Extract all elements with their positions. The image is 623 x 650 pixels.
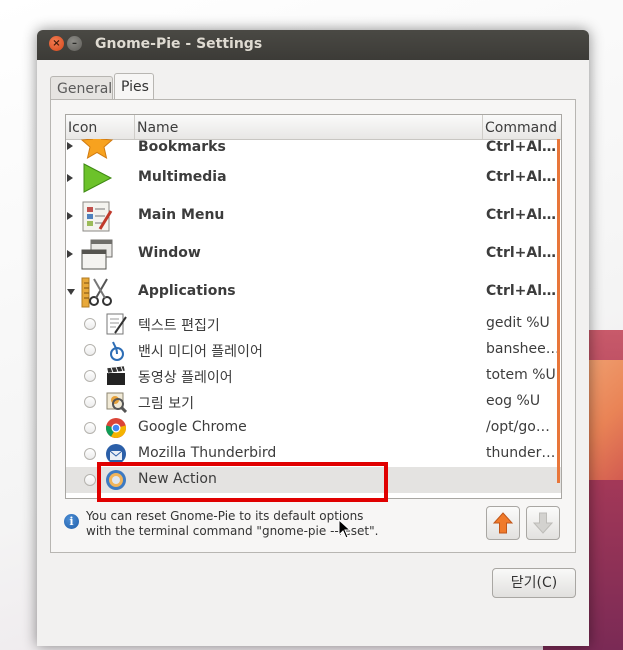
tree-row[interactable]: 밴시 미디어 플레이어 banshee… bbox=[66, 337, 561, 363]
image-viewer-icon bbox=[106, 392, 127, 413]
column-header-command[interactable]: Command bbox=[483, 115, 561, 139]
video-player-icon bbox=[106, 365, 126, 385]
row-name: Mozilla Thunderbird bbox=[138, 445, 277, 461]
row-command: Ctrl+Al… bbox=[486, 169, 557, 185]
bookmarks-star-icon bbox=[80, 139, 114, 159]
info-text: You can reset Gnome-Pie to its default o… bbox=[86, 509, 378, 539]
move-down-button[interactable] bbox=[526, 506, 560, 540]
tree-row[interactable]: 텍스트 편집기 gedit %U bbox=[66, 311, 561, 337]
tree-row[interactable]: Bookmarks Ctrl+Al… bbox=[66, 139, 561, 159]
expand-arrow-icon[interactable] bbox=[67, 212, 73, 220]
multimedia-play-icon bbox=[83, 163, 113, 193]
row-name: Bookmarks bbox=[138, 139, 226, 155]
tree-row[interactable]: Multimedia Ctrl+Al… bbox=[66, 159, 561, 197]
tree-header: Icon Name Command bbox=[66, 115, 561, 140]
row-radio[interactable] bbox=[84, 422, 96, 434]
row-command: Ctrl+Al… bbox=[486, 207, 557, 223]
tree-row[interactable]: Window Ctrl+Al… bbox=[66, 235, 561, 273]
tab-pies[interactable]: Pies bbox=[114, 73, 154, 99]
row-radio[interactable] bbox=[84, 344, 96, 356]
applications-icon bbox=[81, 277, 112, 308]
column-header-name[interactable]: Name bbox=[135, 115, 483, 139]
close-button[interactable]: 닫기(C) bbox=[492, 568, 576, 598]
row-command: eog %U bbox=[486, 393, 541, 409]
row-command: totem %U bbox=[486, 367, 556, 383]
banshee-icon bbox=[110, 341, 124, 361]
column-header-icon[interactable]: Icon bbox=[66, 115, 135, 139]
row-command: /opt/go… bbox=[486, 419, 550, 435]
row-command: thunder… bbox=[486, 445, 556, 461]
text-editor-icon bbox=[106, 313, 127, 335]
arrow-up-icon bbox=[492, 512, 514, 534]
row-name: 그림 보기 bbox=[138, 396, 194, 412]
pies-tree[interactable]: Icon Name Command Bookmarks Ctrl+Al… Mul… bbox=[65, 114, 562, 499]
tree-row[interactable]: Google Chrome /opt/go… bbox=[66, 415, 561, 441]
row-name: Multimedia bbox=[138, 169, 227, 185]
window-icon bbox=[81, 239, 113, 270]
highlight-box bbox=[97, 462, 388, 502]
row-radio[interactable] bbox=[84, 318, 96, 330]
row-name: 텍스트 편집기 bbox=[138, 318, 220, 334]
row-name: Google Chrome bbox=[138, 419, 247, 435]
mouse-cursor-icon bbox=[338, 519, 352, 539]
row-radio[interactable] bbox=[84, 396, 96, 408]
expand-arrow-icon[interactable] bbox=[67, 250, 73, 258]
tree-row[interactable]: Applications Ctrl+Al… bbox=[66, 273, 561, 311]
row-command: Ctrl+Al… bbox=[486, 283, 557, 299]
row-radio[interactable] bbox=[84, 448, 96, 460]
row-command: Ctrl+Al… bbox=[486, 245, 557, 261]
close-window-icon[interactable]: × bbox=[49, 36, 64, 51]
expand-arrow-icon[interactable] bbox=[67, 142, 73, 150]
row-name: Main Menu bbox=[138, 207, 225, 223]
info-line-2: with the terminal command "gnome-pie --r… bbox=[86, 524, 379, 538]
chrome-icon bbox=[105, 418, 127, 438]
row-name: 밴시 미디어 플레이어 bbox=[138, 344, 263, 360]
tree-row[interactable]: Main Menu Ctrl+Al… bbox=[66, 197, 561, 235]
move-up-button[interactable] bbox=[486, 506, 520, 540]
info-line-1: You can reset Gnome-Pie to its default o… bbox=[86, 509, 364, 523]
row-name: Applications bbox=[138, 283, 236, 299]
window-title: Gnome-Pie - Settings bbox=[95, 36, 263, 52]
tab-general[interactable]: General bbox=[50, 76, 113, 100]
collapse-arrow-icon[interactable] bbox=[67, 289, 75, 295]
row-radio[interactable] bbox=[84, 370, 96, 382]
row-command: banshee… bbox=[486, 341, 560, 357]
titlebar[interactable]: × – Gnome-Pie - Settings bbox=[37, 30, 589, 60]
main-menu-icon bbox=[82, 201, 113, 232]
scrollbar[interactable] bbox=[557, 139, 560, 483]
arrow-down-icon bbox=[532, 512, 554, 534]
row-name: 동영상 플레이어 bbox=[138, 370, 233, 386]
row-command: Ctrl+Al… bbox=[486, 139, 557, 155]
row-command: gedit %U bbox=[486, 315, 550, 331]
expand-arrow-icon[interactable] bbox=[67, 174, 73, 182]
minimize-window-icon[interactable]: – bbox=[67, 36, 82, 51]
tree-row[interactable]: 동영상 플레이어 totem %U bbox=[66, 363, 561, 389]
row-radio[interactable] bbox=[84, 474, 96, 486]
settings-window: × – Gnome-Pie - Settings General Pies Ic… bbox=[37, 30, 589, 646]
tree-row[interactable]: 그림 보기 eog %U bbox=[66, 389, 561, 415]
row-name: Window bbox=[138, 245, 201, 261]
info-icon: i bbox=[64, 514, 79, 529]
